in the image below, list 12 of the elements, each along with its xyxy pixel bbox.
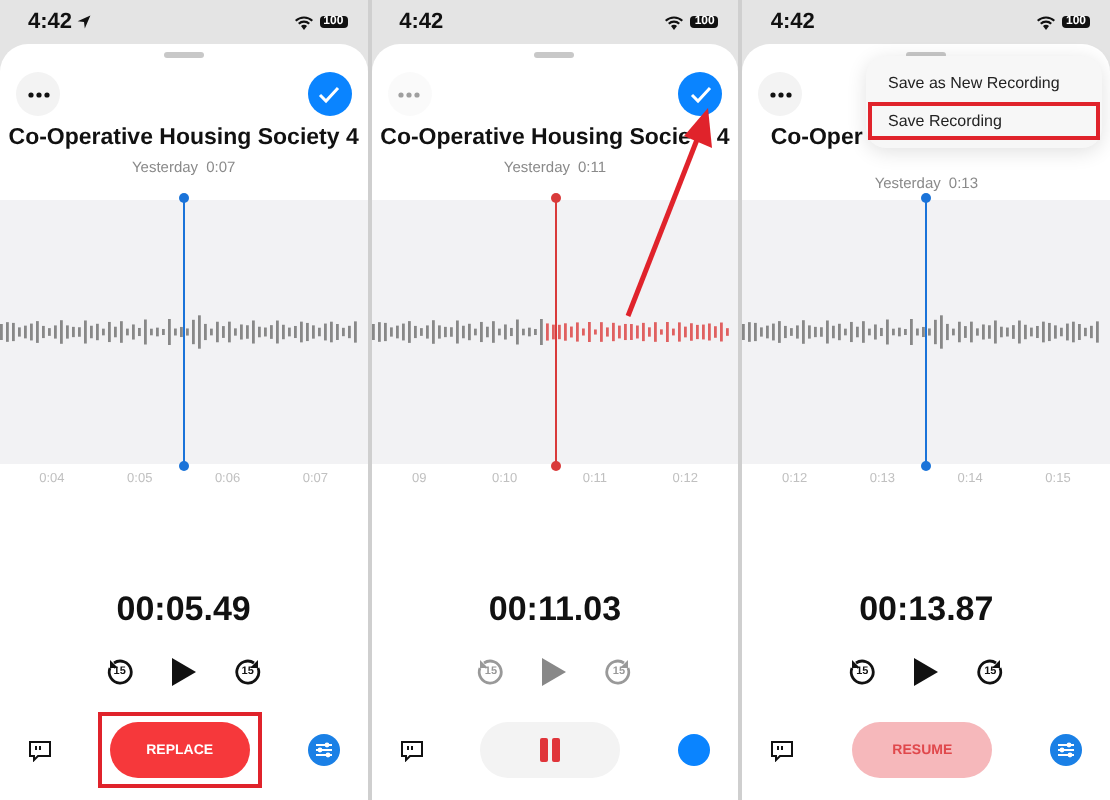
elapsed-time: 00:13.87 xyxy=(857,590,996,630)
menu-item[interactable]: Save Recording xyxy=(868,102,1100,140)
status-time: 4:42 xyxy=(770,10,815,34)
recording-title: Co-Operative Housing Society 4 xyxy=(8,126,359,150)
recording-title: Co-Operative Housing Socie xyxy=(380,126,691,150)
recording-title: Co-Oper xyxy=(770,126,863,150)
status-time: 4:42 xyxy=(28,10,93,34)
recording-title-end: 4 xyxy=(716,126,730,150)
elapsed-time: 00:11.03 xyxy=(486,590,624,630)
menu-item[interactable]: Save as New Recording xyxy=(868,64,1100,102)
status-time: 4:42 xyxy=(399,10,444,34)
elapsed-time: 00:05.49 xyxy=(114,590,253,630)
